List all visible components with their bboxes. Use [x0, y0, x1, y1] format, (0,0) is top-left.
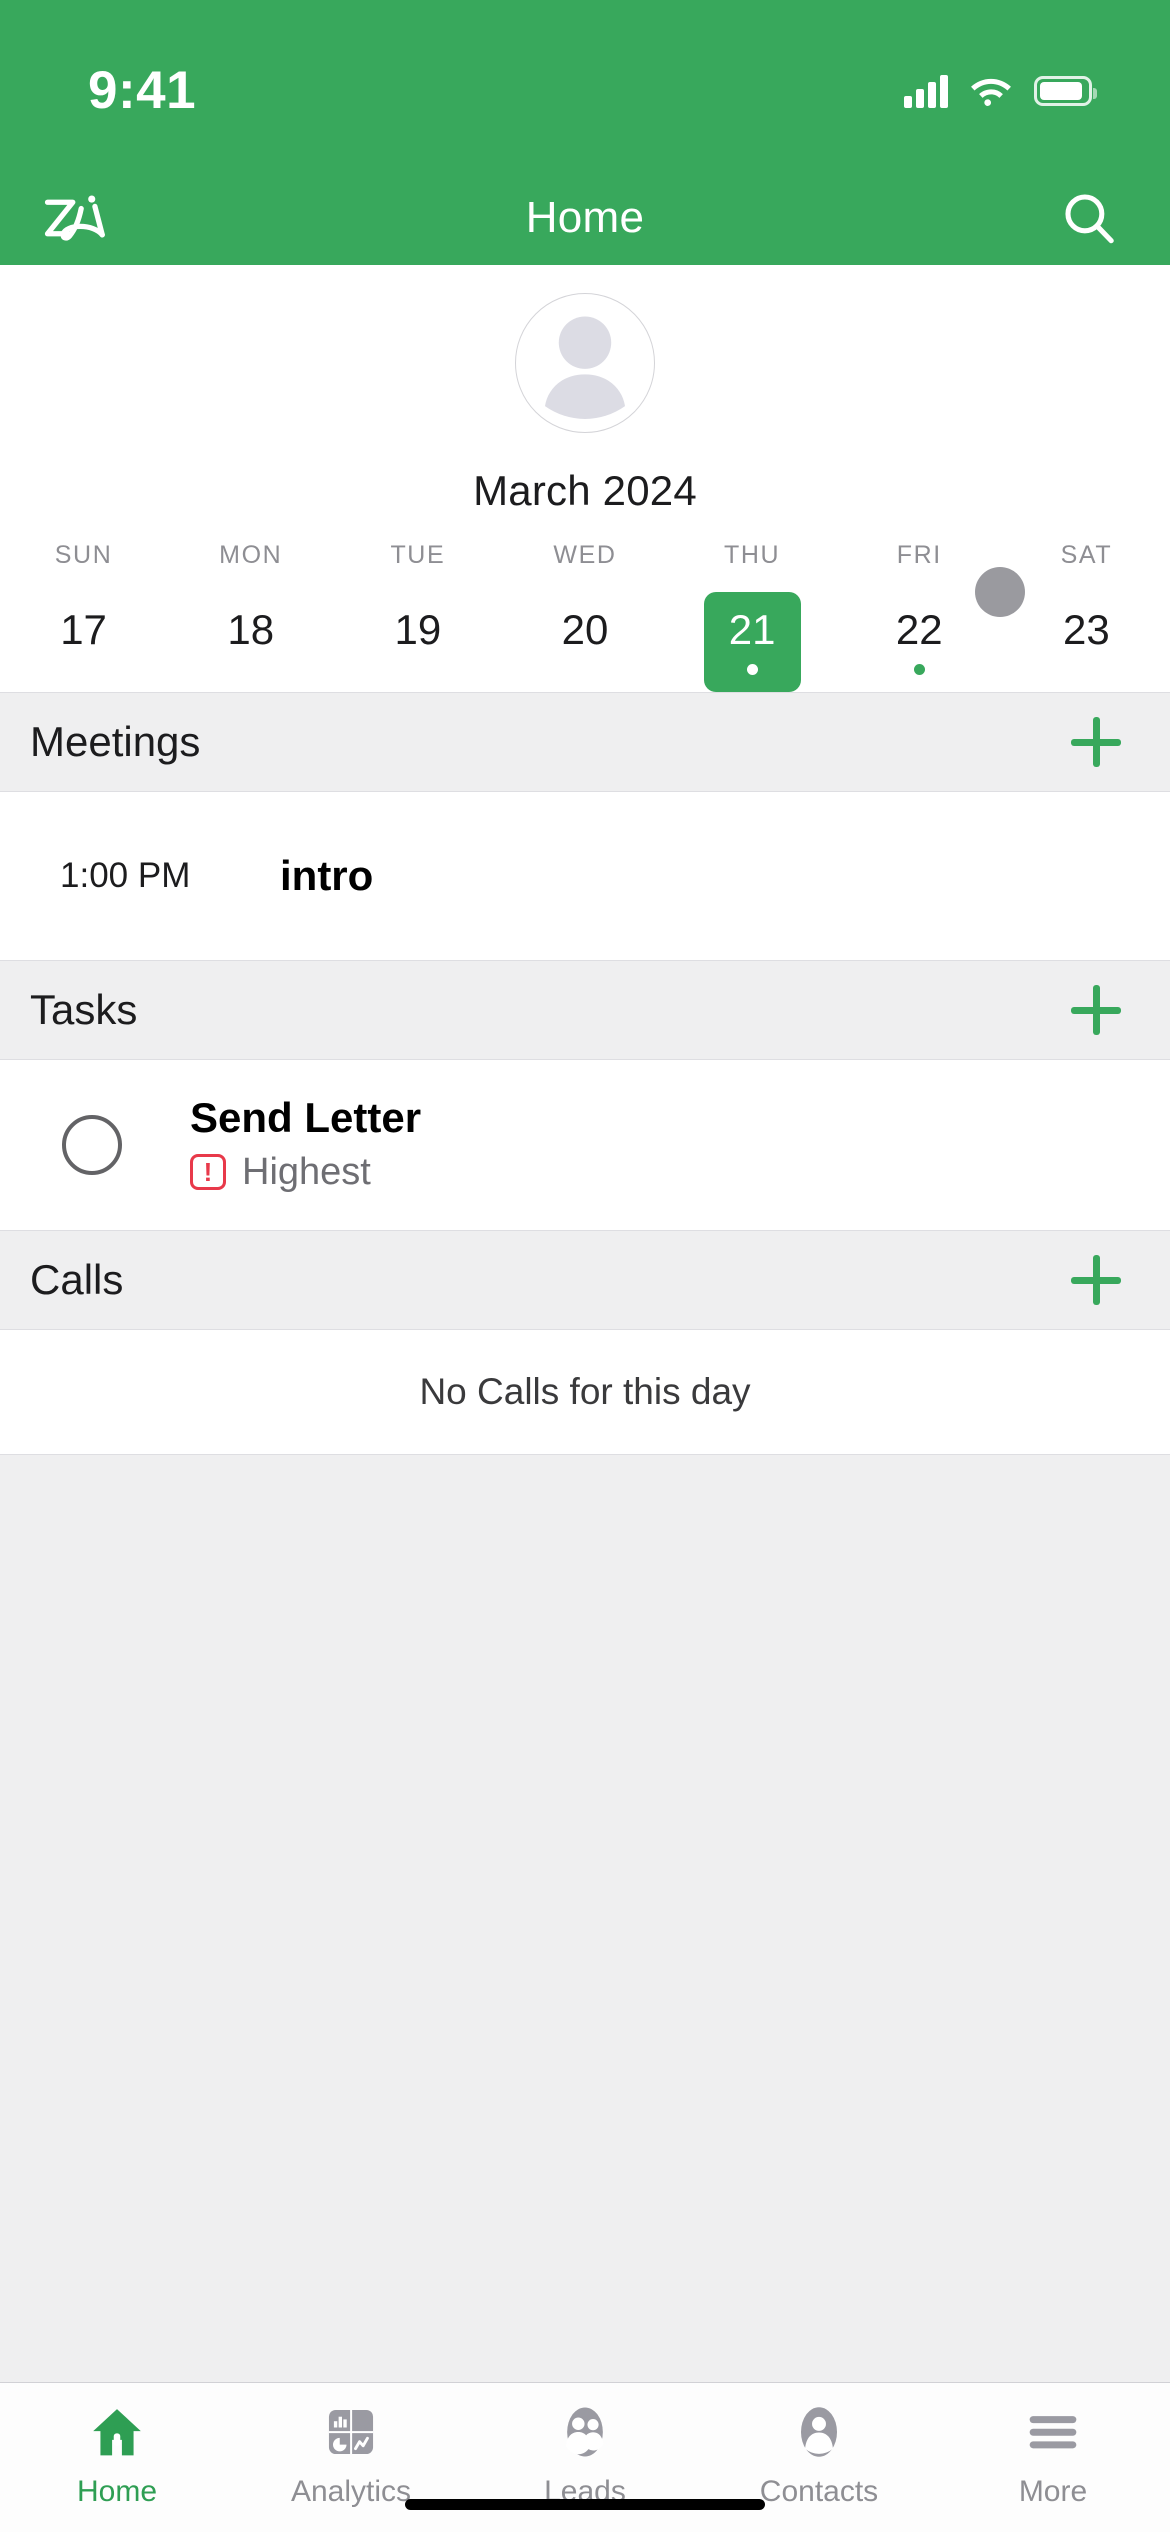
tab-contacts-label: Contacts: [759, 2475, 879, 2508]
day-number: 17: [60, 606, 107, 653]
day-of-week-label: TUE: [390, 541, 446, 569]
meeting-list-item[interactable]: 1:00 PM intro: [0, 792, 1170, 960]
task-name: Send Letter: [190, 1094, 422, 1142]
add-call-button[interactable]: [1066, 1250, 1126, 1310]
day-number: 23: [1063, 606, 1110, 653]
day-number-box[interactable]: 17: [35, 592, 132, 692]
day-number-box[interactable]: 18: [202, 592, 299, 692]
day-number: 18: [227, 606, 275, 653]
task-priority-row: ! Highest: [190, 1151, 421, 1194]
tab-home[interactable]: Home: [0, 2401, 234, 2509]
app-screen: 9:41 Home March 2024 SUN 17 MON 18 TUE 1…: [0, 0, 1170, 2532]
day-number: 22: [895, 606, 943, 653]
task-priority-label: Highest: [242, 1150, 371, 1193]
day-number-box[interactable]: 23: [1038, 592, 1135, 692]
home-icon: [89, 2401, 145, 2463]
cellular-signal-icon: [904, 74, 948, 108]
calendar-day-cell[interactable]: SUN 17: [0, 541, 167, 692]
meetings-title: Meetings: [30, 718, 201, 765]
day-of-week-label: MON: [219, 541, 283, 569]
day-of-week-label: THU: [724, 541, 781, 569]
search-icon[interactable]: [1056, 185, 1122, 251]
avatar-container[interactable]: [0, 293, 1170, 433]
meeting-title: intro: [280, 852, 374, 899]
calendar-panel: March 2024 SUN 17 MON 18 TUE 19 WED 20 T…: [0, 265, 1170, 692]
calendar-day-cell[interactable]: TUE 19: [334, 541, 501, 692]
calendar-scroll-knob[interactable]: [975, 567, 1025, 617]
day-number-box[interactable]: 20: [536, 592, 633, 692]
status-bar: 9:41: [0, 0, 1170, 170]
battery-icon: [1034, 76, 1097, 106]
task-complete-checkbox[interactable]: [62, 1115, 122, 1175]
wifi-icon: [971, 78, 1011, 106]
calendar-month-label[interactable]: March 2024: [0, 467, 1170, 515]
event-dot: [913, 664, 925, 675]
task-details: Send Letter ! Highest: [190, 1096, 421, 1193]
contacts-icon: [791, 2401, 847, 2463]
exclamation-priority-icon: !: [190, 1154, 226, 1191]
event-dot: [579, 664, 590, 675]
main-content: March 2024 SUN 17 MON 18 TUE 19 WED 20 T…: [0, 265, 1170, 2382]
calls-empty-state: No Calls for this day: [0, 1330, 1170, 1454]
meetings-section-header: Meetings: [0, 692, 1170, 792]
user-avatar-placeholder[interactable]: [515, 293, 655, 433]
tab-more[interactable]: More: [936, 2401, 1170, 2509]
meeting-time: 1:00 PM: [60, 856, 191, 895]
day-of-week-label: SUN: [54, 541, 113, 569]
tab-more-label: More: [1018, 2475, 1088, 2508]
day-number: 20: [561, 606, 609, 653]
leads-icon: [556, 2401, 614, 2463]
event-dot: [746, 664, 758, 675]
day-number-box[interactable]: 22: [871, 592, 968, 692]
tasks-title: Tasks: [30, 986, 138, 1033]
tab-analytics-label: Analytics: [290, 2475, 412, 2508]
calendar-day-cell[interactable]: SAT 23: [1003, 541, 1170, 692]
tab-analytics[interactable]: Analytics: [234, 2401, 468, 2509]
tab-leads[interactable]: Leads: [468, 2401, 702, 2509]
tasks-section-header: Tasks: [0, 960, 1170, 1060]
day-number: 21: [728, 606, 776, 653]
calendar-day-cell-selected[interactable]: THU 21: [669, 541, 836, 692]
calls-title: Calls: [30, 1256, 124, 1303]
hamburger-menu-icon: [1025, 2401, 1081, 2463]
event-dot: [78, 664, 89, 675]
calendar-day-cell[interactable]: WED 20: [501, 541, 668, 692]
event-dot: [412, 664, 423, 675]
add-meeting-button[interactable]: [1066, 712, 1126, 772]
status-time: 9:41: [88, 60, 197, 120]
status-icons: [904, 74, 1097, 108]
calendar-day-cell[interactable]: MON 18: [167, 541, 334, 692]
content-filler: [0, 1454, 1170, 2382]
calendar-day-cell[interactable]: FRI 22: [836, 541, 1003, 692]
analytics-icon: [324, 2401, 378, 2463]
event-dot: [245, 664, 256, 675]
day-number-box[interactable]: 21: [703, 592, 801, 692]
event-dot: [1081, 664, 1092, 675]
day-number-box[interactable]: 19: [369, 592, 466, 692]
day-of-week-label: FRI: [896, 541, 942, 569]
tab-contacts[interactable]: Contacts: [702, 2401, 936, 2509]
calendar-week-strip: SUN 17 MON 18 TUE 19 WED 20 THU 21 FRI 2…: [0, 541, 1170, 692]
home-indicator[interactable]: [405, 2499, 765, 2510]
navigation-bar: Home: [0, 170, 1170, 265]
add-task-button[interactable]: [1066, 980, 1126, 1040]
day-of-week-label: WED: [553, 541, 617, 569]
day-of-week-label: SAT: [1060, 541, 1113, 569]
task-list-item[interactable]: Send Letter ! Highest: [0, 1060, 1170, 1230]
page-title: Home: [525, 192, 645, 242]
day-number: 19: [394, 606, 442, 653]
zia-logo[interactable]: [32, 188, 122, 248]
calls-section-header: Calls: [0, 1230, 1170, 1330]
tab-home-label: Home: [76, 2475, 158, 2508]
